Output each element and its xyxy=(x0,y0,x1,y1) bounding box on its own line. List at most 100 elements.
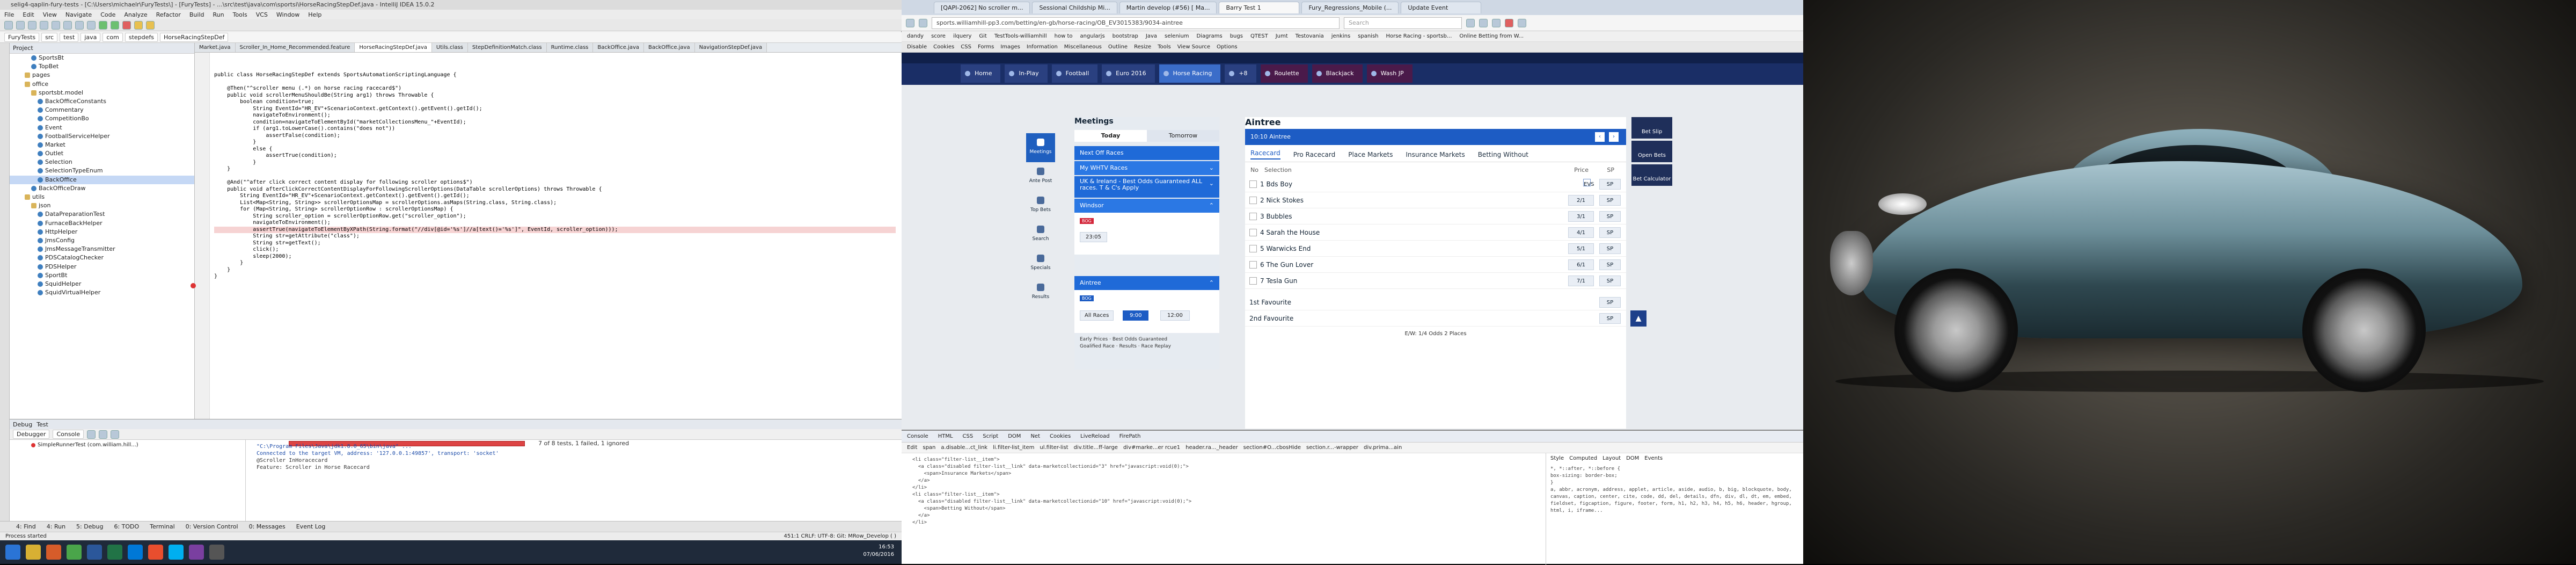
html-line[interactable]: </a> xyxy=(912,477,1535,484)
runner-price-button[interactable]: 3/1 xyxy=(1568,211,1594,222)
webdev-menu-item[interactable]: Tools xyxy=(1158,44,1171,50)
firebug-tab[interactable]: HTML xyxy=(938,433,953,439)
runner-sp-button[interactable]: SP xyxy=(1599,259,1621,270)
editor-tab[interactable]: Utils.class xyxy=(431,43,468,52)
tree-item[interactable]: pages xyxy=(10,71,194,79)
bookmark-item[interactable]: how to xyxy=(1055,33,1073,39)
meeting-whtv[interactable]: My WHTV Races ⌄ xyxy=(1074,161,1219,175)
meeting-windsor[interactable]: Windsor ⌃ xyxy=(1074,199,1219,213)
rail-item[interactable]: Specials xyxy=(1026,249,1055,278)
firebug-tab[interactable]: Console xyxy=(907,433,928,439)
tree-item[interactable]: SquidHelper xyxy=(10,280,194,288)
runner-checkbox[interactable] xyxy=(1249,228,1257,236)
browser-tab[interactable]: Martin develop (#56) [ Ma... xyxy=(1119,2,1217,13)
home-icon[interactable] xyxy=(1492,18,1501,27)
style-tab[interactable]: Events xyxy=(1644,455,1663,461)
url-bar[interactable]: sports.williamhill-pp3.com/betting/en-gb… xyxy=(932,17,1340,29)
firebug-icon[interactable] xyxy=(1505,18,1513,27)
windsor-race-time[interactable]: 23:05 xyxy=(1080,232,1107,242)
tree-item[interactable]: PDSHelper xyxy=(10,263,194,271)
runner-sp-button[interactable]: SP xyxy=(1599,276,1621,286)
rail-item[interactable]: Results xyxy=(1026,278,1055,307)
day-tab-today[interactable]: Today xyxy=(1074,130,1147,142)
menu-file[interactable]: File xyxy=(4,11,14,18)
tree-item[interactable]: BackOfficeDraw xyxy=(10,184,194,193)
sport-nav-item[interactable]: Wash JP xyxy=(1366,64,1413,83)
runner-sp-button[interactable]: SP xyxy=(1599,227,1621,238)
back-icon[interactable] xyxy=(906,18,914,27)
stop-icon[interactable] xyxy=(122,20,131,30)
firebug-tab[interactable]: LiveReload xyxy=(1080,433,1109,439)
rail-item[interactable]: Top Bets xyxy=(1026,191,1055,220)
runner-price-button[interactable]: EVS xyxy=(1583,179,1594,187)
bookmark-item[interactable]: dandy xyxy=(907,33,924,39)
vcs-commit-icon[interactable] xyxy=(146,20,155,30)
runner-price-button[interactable]: 6/1 xyxy=(1568,259,1594,270)
bookmark-item[interactable]: bugs xyxy=(1230,33,1243,39)
debug-tab-test[interactable]: Test xyxy=(36,421,48,428)
menu-build[interactable]: Build xyxy=(189,11,204,18)
sport-nav-item[interactable]: In-Play xyxy=(1005,64,1048,83)
menu-run[interactable]: Run xyxy=(213,11,224,18)
editor-tab[interactable]: HorseRacingStepDef.java xyxy=(355,43,432,52)
bookmark-item[interactable]: QTEST xyxy=(1250,33,1268,39)
editor-tab[interactable]: BackOffice.java xyxy=(644,43,695,52)
webdev-menu-item[interactable]: Forms xyxy=(978,44,994,50)
debug-icon[interactable] xyxy=(111,20,119,30)
breakpoint-icon[interactable] xyxy=(191,283,196,288)
tree-item[interactable]: json xyxy=(10,201,194,210)
runner-checkbox[interactable] xyxy=(1249,212,1257,220)
onenote-icon[interactable] xyxy=(189,545,204,560)
outlook-icon[interactable] xyxy=(128,545,143,560)
chrome-icon[interactable] xyxy=(67,545,82,560)
tree-item[interactable]: HttpHelper xyxy=(10,228,194,236)
crumb-java[interactable]: java xyxy=(80,33,101,42)
html-line[interactable]: <a class="disabled filter-list__link" da… xyxy=(912,463,1535,470)
tab-insurance-markets[interactable]: Insurance Markets xyxy=(1406,151,1465,158)
webdev-menu-item[interactable]: CSS xyxy=(961,44,971,50)
download-icon[interactable] xyxy=(1479,18,1488,27)
menu-code[interactable]: Code xyxy=(100,11,115,18)
crumb-stepdefs[interactable]: stepdefs xyxy=(125,33,158,42)
open-bets-button[interactable]: Open Bets xyxy=(1631,141,1672,162)
vcs-update-icon[interactable] xyxy=(134,20,143,30)
test-item[interactable]: SimpleRunnerTest (com.william.hill...) xyxy=(31,442,138,448)
html-line[interactable]: <li class="filter-list__item"> xyxy=(912,457,1535,463)
sport-nav-item[interactable]: Roulette xyxy=(1260,64,1308,83)
firebug-tab[interactable]: Cookies xyxy=(1050,433,1071,439)
style-tab[interactable]: Layout xyxy=(1602,455,1621,461)
project-panel-title[interactable]: Project xyxy=(13,45,33,52)
bookmark-item[interactable]: Horse Racing - sportsb... xyxy=(1386,33,1452,39)
bookmark-item[interactable]: bootstrap xyxy=(1113,33,1138,39)
next-race-icon[interactable]: › xyxy=(1609,132,1619,142)
browser-search-input[interactable]: Search xyxy=(1344,17,1462,29)
bookmark-item[interactable]: spanish xyxy=(1358,33,1378,39)
skype-icon[interactable] xyxy=(169,545,184,560)
code-editor[interactable]: public class HorseRacingStepDef extends … xyxy=(195,53,902,419)
runner-price-button[interactable]: 5/1 xyxy=(1568,243,1594,254)
crumb-com[interactable]: com xyxy=(103,33,123,42)
runner-price-button[interactable]: 4/1 xyxy=(1568,227,1594,238)
tree-item[interactable]: BackOfficeConstants xyxy=(10,97,194,106)
tree-item[interactable]: sportsbt.model xyxy=(10,89,194,97)
tree-item[interactable]: utils xyxy=(10,193,194,201)
browser-tab[interactable]: Barry Test 1 xyxy=(1219,2,1300,13)
reload-icon[interactable] xyxy=(919,18,927,27)
html-line[interactable]: <span>Insurance Markets</span> xyxy=(912,470,1535,477)
webdev-menu-item[interactable]: Information xyxy=(1027,44,1058,50)
browser-tab[interactable]: Sessional Childship Mi... xyxy=(1032,2,1117,13)
browser-tab[interactable]: Update Event xyxy=(1401,2,1482,13)
menu-edit[interactable]: Edit xyxy=(23,11,34,18)
html-line[interactable]: </a> xyxy=(912,512,1535,519)
day-tab-tomorrow[interactable]: Tomorrow xyxy=(1147,130,1219,142)
webdev-menu-item[interactable]: Disable xyxy=(907,44,927,50)
bet-slip-button[interactable]: Bet Slip xyxy=(1631,117,1672,139)
tab-pro-racecard[interactable]: Pro Racecard xyxy=(1293,151,1336,158)
cmd-icon[interactable] xyxy=(209,545,224,560)
firebug-tab[interactable]: Script xyxy=(983,433,998,439)
word-icon[interactable] xyxy=(87,545,102,560)
menu-navigate[interactable]: Navigate xyxy=(65,11,92,18)
runner-checkbox[interactable] xyxy=(1249,180,1257,188)
tree-item[interactable]: Outlet xyxy=(10,149,194,158)
bookmark-item[interactable]: Git xyxy=(979,33,986,39)
